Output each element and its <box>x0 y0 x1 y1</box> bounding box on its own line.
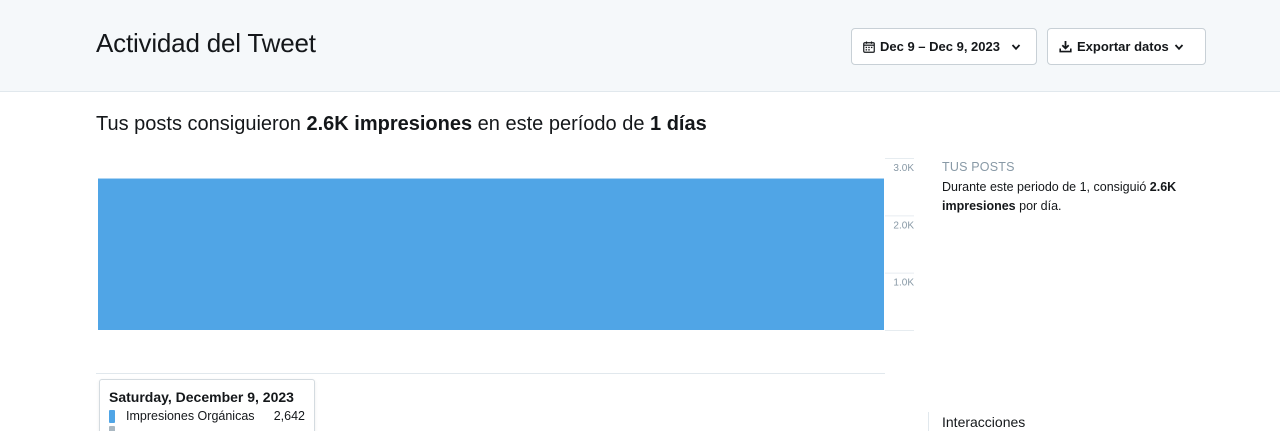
y-tick-label: 2.0K <box>893 220 914 231</box>
impressions-chart: 3.0K 2.0K 1.0K <box>98 158 914 331</box>
your-posts-description: Durante este periodo de 1, consiguió 2.6… <box>942 178 1212 216</box>
your-posts-label: TUS POSTS <box>942 160 1015 174</box>
chevron-down-icon <box>1011 43 1021 50</box>
chart-divider <box>96 373 885 374</box>
tooltip-row <box>109 426 305 431</box>
tooltip-row-value: 2,642 <box>273 409 305 423</box>
summary-period: 1 días <box>650 113 707 135</box>
tooltip-row-label: Impresiones Orgánicas <box>126 409 255 423</box>
summary-prefix: Tus posts consiguieron <box>96 113 307 135</box>
page-header: Actividad del Tweet Dec 9 – Dec 9, 2023 … <box>0 0 1280 92</box>
legend-swatch <box>109 409 115 423</box>
date-range-label: Dec 9 – Dec 9, 2023 <box>880 39 1000 54</box>
chart-bar[interactable] <box>98 178 884 330</box>
side-divider <box>928 412 929 431</box>
y-tick-label: 1.0K <box>893 278 914 289</box>
date-range-button[interactable]: Dec 9 – Dec 9, 2023 <box>851 28 1037 65</box>
legend-swatch <box>109 426 115 431</box>
summary-middle: en este período de <box>472 113 651 135</box>
download-icon <box>1059 41 1072 53</box>
impressions-summary: Tus posts consiguieron 2.6K impresiones … <box>96 113 707 136</box>
page-title: Actividad del Tweet <box>96 28 316 58</box>
side-desc-prefix: Durante este periodo de 1, consiguió <box>942 180 1150 194</box>
export-data-label: Exportar datos <box>1077 39 1169 54</box>
interactions-label: Interacciones <box>942 414 1026 430</box>
side-desc-suffix: por día. <box>1015 199 1062 213</box>
y-tick-label: 3.0K <box>893 163 914 174</box>
tooltip-row: Impresiones Orgánicas 2,642 <box>109 409 305 423</box>
tooltip-date: Saturday, December 9, 2023 <box>109 389 294 405</box>
export-data-button[interactable]: Exportar datos <box>1047 28 1206 65</box>
chevron-down-icon <box>1174 43 1183 50</box>
chart-tooltip: Saturday, December 9, 2023 Impresiones O… <box>99 379 315 431</box>
calendar-icon <box>863 41 875 53</box>
summary-impressions: 2.6K impresiones <box>306 113 473 135</box>
